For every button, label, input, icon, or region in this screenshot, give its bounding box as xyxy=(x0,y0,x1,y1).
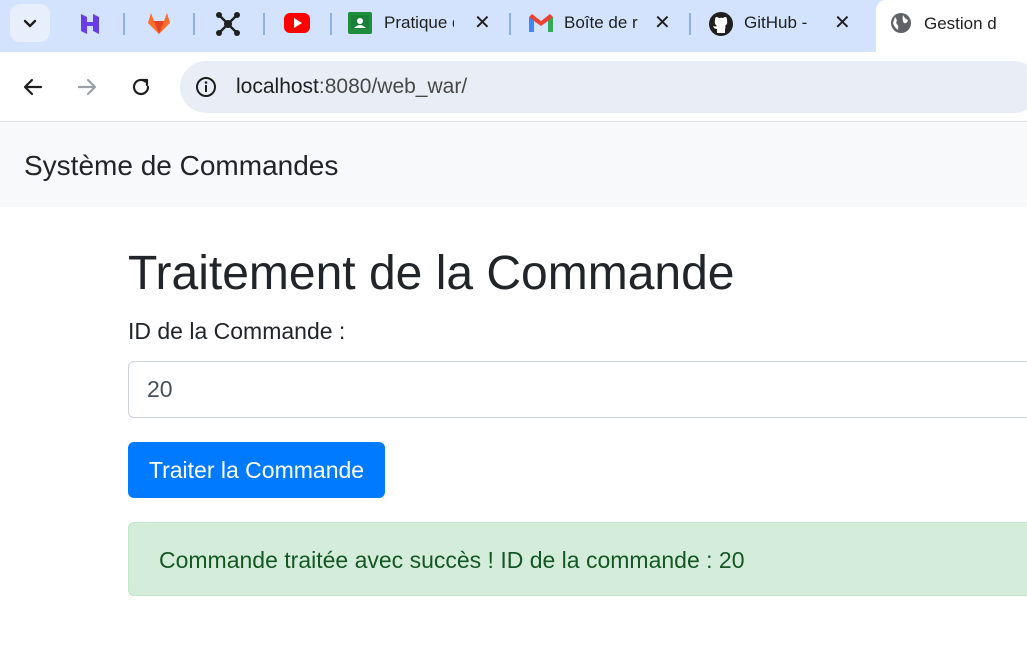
url-host: localhost xyxy=(236,75,319,98)
process-order-button[interactable]: Traiter la Commande xyxy=(128,442,385,498)
info-icon[interactable] xyxy=(195,76,217,98)
tab-github[interactable]: GitHub - ✕ xyxy=(692,0,872,46)
tab-network[interactable] xyxy=(196,0,266,46)
reload-button[interactable] xyxy=(124,70,158,104)
tab-youtube[interactable] xyxy=(266,0,332,46)
tab-gitlab[interactable] xyxy=(126,0,196,46)
tab-title: Gestion d xyxy=(924,14,997,33)
back-button[interactable] xyxy=(16,70,50,104)
forward-button[interactable] xyxy=(70,70,104,104)
page-title: Traitement de la Commande xyxy=(128,247,735,300)
classroom-icon xyxy=(348,12,372,34)
address-bar[interactable]: localhost:8080/web_war/ xyxy=(180,61,1027,113)
order-id-input[interactable] xyxy=(128,361,1027,418)
tab-title: Pratique d xyxy=(384,13,454,32)
navbar-brand[interactable]: Système de Commandes xyxy=(24,150,338,182)
page-navbar: Système de Commandes xyxy=(0,123,1027,207)
tab-title: GitHub - xyxy=(744,13,808,32)
reload-icon xyxy=(132,78,150,96)
chevron-down-icon xyxy=(23,19,37,28)
url-text[interactable]: localhost:8080/web_war/ xyxy=(236,75,467,99)
tab-title: Boîte de r xyxy=(564,13,638,32)
browser-toolbar: localhost:8080/web_war/ xyxy=(0,52,1027,122)
tab-hostinger[interactable] xyxy=(66,0,126,46)
tab-search-button[interactable] xyxy=(10,4,50,42)
youtube-icon xyxy=(284,13,310,33)
hostinger-icon xyxy=(81,14,99,34)
tab-classroom[interactable]: Pratique d ✕ xyxy=(332,0,512,46)
close-icon[interactable]: ✕ xyxy=(474,10,491,35)
order-id-label: ID de la Commande : xyxy=(128,318,346,344)
arrow-right-icon xyxy=(77,78,97,96)
tab-strip: Pratique d ✕ Boîte de r ✕ GitHub - ✕ Ges… xyxy=(0,0,1027,52)
globe-icon xyxy=(891,13,911,33)
success-message: Commande traitée avec succès ! ID de la … xyxy=(159,547,745,573)
tab-active-gestion[interactable]: Gestion d xyxy=(876,0,1027,52)
tab-gmail[interactable]: Boîte de r ✕ xyxy=(512,0,692,46)
close-icon[interactable]: ✕ xyxy=(654,10,671,35)
gitlab-icon xyxy=(148,13,170,34)
network-icon xyxy=(216,12,240,36)
close-icon[interactable]: ✕ xyxy=(834,10,851,35)
gmail-icon xyxy=(529,14,553,32)
success-alert: Commande traitée avec succès ! ID de la … xyxy=(128,522,1027,596)
arrow-left-icon xyxy=(23,78,43,96)
url-path: :8080/web_war/ xyxy=(318,75,468,98)
github-icon xyxy=(709,12,733,36)
